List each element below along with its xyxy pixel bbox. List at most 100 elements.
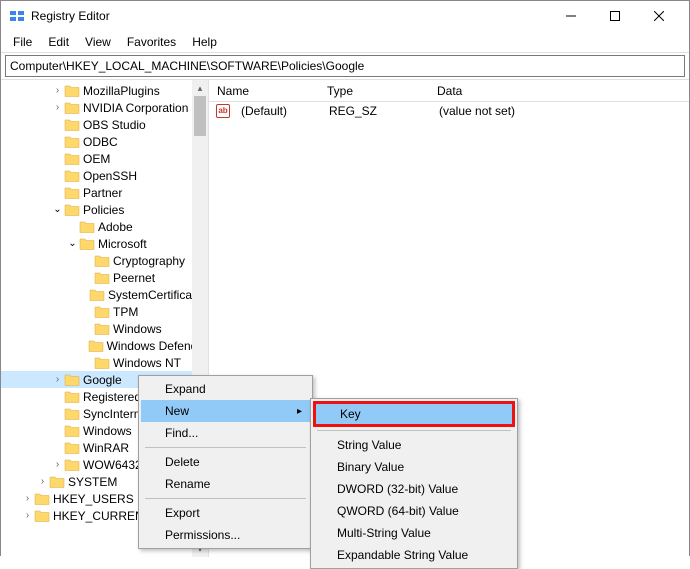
- cell-name: (Default): [233, 104, 321, 118]
- ctx-export[interactable]: Export: [141, 502, 310, 524]
- tree-node-windows-nt[interactable]: Windows NT: [1, 354, 208, 371]
- context-menu: Expand New ▸ Find... Delete Rename Expor…: [138, 375, 313, 549]
- expander-icon: [81, 305, 94, 318]
- col-header-data[interactable]: Data: [429, 84, 689, 98]
- tree-node-nvidia-corporation[interactable]: ›NVIDIA Corporation: [1, 99, 208, 116]
- ctx-new-qword[interactable]: QWORD (64-bit) Value: [313, 500, 515, 522]
- folder-icon: [64, 135, 80, 149]
- ctx-expand[interactable]: Expand: [141, 378, 310, 400]
- ctx-new-expand[interactable]: Expandable String Value: [313, 544, 515, 566]
- folder-icon: [64, 152, 80, 166]
- folder-icon: [88, 339, 104, 353]
- ctx-rename[interactable]: Rename: [141, 473, 310, 495]
- tree-node-tpm[interactable]: TPM: [1, 303, 208, 320]
- expander-icon[interactable]: ⌄: [66, 237, 79, 250]
- col-header-type[interactable]: Type: [319, 84, 429, 98]
- expander-icon: [51, 390, 64, 403]
- folder-icon: [64, 101, 80, 115]
- tree-label: Adobe: [98, 220, 133, 234]
- ctx-separator: [317, 430, 511, 431]
- address-bar[interactable]: Computer\HKEY_LOCAL_MACHINE\SOFTWARE\Pol…: [5, 55, 685, 77]
- tree-node-odbc[interactable]: ODBC: [1, 133, 208, 150]
- expander-icon: [81, 288, 89, 301]
- ctx-new-string[interactable]: String Value: [313, 434, 515, 456]
- expander-icon: [51, 169, 64, 182]
- ctx-delete[interactable]: Delete: [141, 451, 310, 473]
- string-value-icon: ab: [215, 103, 231, 119]
- scroll-up-icon[interactable]: ▴: [192, 80, 208, 96]
- folder-icon: [64, 390, 80, 404]
- folder-icon: [89, 288, 105, 302]
- folder-icon: [94, 254, 110, 268]
- folder-icon: [34, 492, 50, 506]
- menu-favorites[interactable]: Favorites: [119, 33, 184, 51]
- tree-label: Google: [83, 373, 122, 387]
- expander-icon: [51, 407, 64, 420]
- tree-node-windows-defender[interactable]: Windows Defender: [1, 337, 208, 354]
- ctx-find[interactable]: Find...: [141, 422, 310, 444]
- expander-icon: [81, 271, 94, 284]
- tree-label: OEM: [83, 152, 110, 166]
- menu-view[interactable]: View: [77, 33, 119, 51]
- expander-icon[interactable]: ›: [51, 458, 64, 471]
- scroll-thumb[interactable]: [194, 96, 206, 136]
- tree-node-oem[interactable]: OEM: [1, 150, 208, 167]
- expander-icon: [51, 186, 64, 199]
- menu-file[interactable]: File: [5, 33, 40, 51]
- tree-label: Windows: [113, 322, 162, 336]
- tree-label: Cryptography: [113, 254, 185, 268]
- menu-edit[interactable]: Edit: [40, 33, 77, 51]
- ctx-separator: [145, 447, 306, 448]
- expander-icon: [51, 135, 64, 148]
- folder-icon: [64, 407, 80, 421]
- list-row[interactable]: ab (Default) REG_SZ (value not set): [209, 102, 689, 120]
- expander-icon[interactable]: ›: [51, 373, 64, 386]
- expander-icon[interactable]: ›: [36, 475, 49, 488]
- tree-node-systemcertificates[interactable]: SystemCertificates: [1, 286, 208, 303]
- folder-icon: [94, 305, 110, 319]
- ctx-new-key[interactable]: Key: [313, 401, 515, 427]
- maximize-button[interactable]: [593, 1, 637, 31]
- tree-node-partner[interactable]: Partner: [1, 184, 208, 201]
- expander-icon[interactable]: ⌄: [51, 203, 64, 216]
- tree-label: Peernet: [113, 271, 155, 285]
- folder-icon: [64, 84, 80, 98]
- ctx-new[interactable]: New ▸: [141, 400, 310, 422]
- expander-icon[interactable]: ›: [21, 492, 34, 505]
- menu-help[interactable]: Help: [184, 33, 225, 51]
- minimize-button[interactable]: [549, 1, 593, 31]
- ctx-new-multi[interactable]: Multi-String Value: [313, 522, 515, 544]
- ctx-permissions[interactable]: Permissions...: [141, 524, 310, 546]
- tree-label: HKEY_USERS: [53, 492, 134, 506]
- tree-node-peernet[interactable]: Peernet: [1, 269, 208, 286]
- tree-node-mozillaplugins[interactable]: ›MozillaPlugins: [1, 82, 208, 99]
- tree-label: OBS Studio: [83, 118, 146, 132]
- expander-icon[interactable]: ›: [51, 101, 64, 114]
- address-text: Computer\HKEY_LOCAL_MACHINE\SOFTWARE\Pol…: [10, 59, 364, 73]
- tree-node-adobe[interactable]: Adobe: [1, 218, 208, 235]
- window-title: Registry Editor: [31, 9, 549, 23]
- tree-node-cryptography[interactable]: Cryptography: [1, 252, 208, 269]
- expander-icon: [51, 441, 64, 454]
- tree-label: Microsoft: [98, 237, 147, 251]
- ctx-new-dword[interactable]: DWORD (32-bit) Value: [313, 478, 515, 500]
- col-header-name[interactable]: Name: [209, 84, 319, 98]
- expander-icon: [66, 220, 79, 233]
- tree-node-obs-studio[interactable]: OBS Studio: [1, 116, 208, 133]
- folder-icon: [79, 237, 95, 251]
- folder-icon: [64, 169, 80, 183]
- tree-node-openssh[interactable]: OpenSSH: [1, 167, 208, 184]
- tree-node-policies[interactable]: ⌄Policies: [1, 201, 208, 218]
- ctx-new-binary[interactable]: Binary Value: [313, 456, 515, 478]
- submenu-arrow-icon: ▸: [297, 406, 302, 417]
- expander-icon[interactable]: ›: [51, 84, 64, 97]
- expander-icon: [51, 118, 64, 131]
- context-submenu-new: Key String Value Binary Value DWORD (32-…: [310, 398, 518, 569]
- tree-label: TPM: [113, 305, 138, 319]
- tree-node-windows[interactable]: Windows: [1, 320, 208, 337]
- expander-icon[interactable]: ›: [21, 509, 34, 522]
- close-button[interactable]: [637, 1, 681, 31]
- folder-icon: [49, 475, 65, 489]
- folder-icon: [64, 424, 80, 438]
- tree-node-microsoft[interactable]: ⌄ Microsoft: [1, 235, 208, 252]
